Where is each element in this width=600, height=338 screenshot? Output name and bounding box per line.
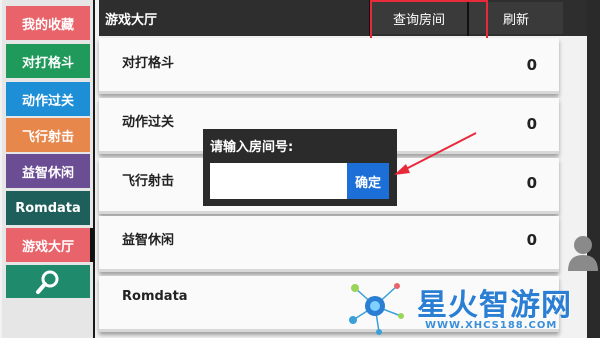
- list-item[interactable]: 对打格斗 0: [99, 38, 559, 94]
- sidebar-item-puzzle[interactable]: 益智休闲: [6, 154, 90, 188]
- list-item[interactable]: 益智休闲 0: [99, 216, 559, 272]
- list-item-name: 飞行射击: [122, 174, 175, 189]
- list-item-count: 0: [526, 56, 537, 74]
- confirm-button[interactable]: 确定: [347, 163, 389, 199]
- sidebar-item-fighting[interactable]: 对打格斗: [6, 44, 90, 78]
- watermark: 星火智游网 WWW.XHCS188.COM: [345, 276, 600, 336]
- search-icon: [36, 270, 59, 294]
- list-item-count: 0: [526, 231, 537, 249]
- watermark-url: WWW.XHCS188.COM: [425, 320, 558, 331]
- search-button[interactable]: [6, 265, 90, 298]
- sidebar-item-shooting[interactable]: 飞行射击: [6, 118, 90, 152]
- room-number-input[interactable]: [210, 163, 350, 199]
- list-item-name: 对打格斗: [122, 56, 175, 71]
- list-item-name: Romdata: [122, 289, 188, 304]
- list-item-name: 益智休闲: [122, 233, 175, 248]
- annotation-arrow: [394, 132, 477, 175]
- category-sidebar: 我的收藏 对打格斗 动作过关 飞行射击 益智休闲 Romdata 游戏大厅: [2, 0, 95, 338]
- avatar[interactable]: [566, 233, 600, 273]
- list-item-name: 动作过关: [122, 115, 175, 130]
- brand-logo-icon: [349, 283, 404, 335]
- list-item-count: 0: [526, 115, 537, 133]
- sidebar-item-action[interactable]: 动作过关: [6, 82, 90, 116]
- page-title: 游戏大厅: [105, 13, 158, 28]
- sidebar-item-lobby[interactable]: 游戏大厅: [6, 228, 90, 262]
- top-header: 游戏大厅 查询房间 刷新: [99, 0, 587, 36]
- sidebar-item-favorites[interactable]: 我的收藏: [6, 6, 90, 40]
- sidebar-item-romdata[interactable]: Romdata: [6, 191, 90, 225]
- list-item-count: 0: [526, 174, 537, 192]
- watermark-text: 星火智游网: [417, 288, 572, 323]
- user-icon: [568, 236, 598, 271]
- dialog-title: 请输入房间号:: [210, 140, 294, 155]
